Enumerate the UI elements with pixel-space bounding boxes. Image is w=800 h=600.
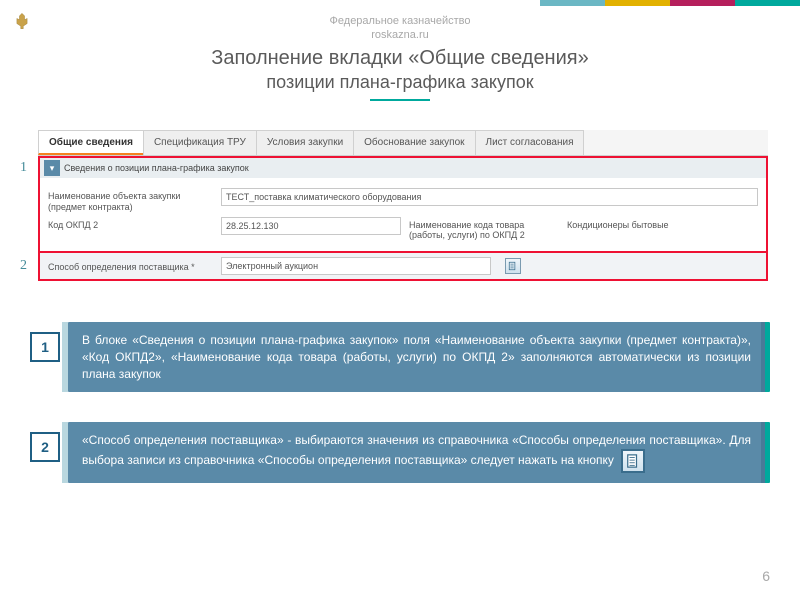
top-accent-stripe <box>540 0 800 6</box>
form-body: Наименование объекта закупки (предмет ко… <box>40 178 766 251</box>
lookup-icon[interactable] <box>505 258 521 274</box>
tab-conditions[interactable]: Условия закупки <box>256 130 354 155</box>
title-divider <box>370 99 430 101</box>
page-title: Заполнение вкладки «Общие сведения» <box>0 47 800 70</box>
callout-1: 1 В блоке «Сведения о позиции плана-граф… <box>30 322 770 392</box>
side-marker-2: 2 <box>20 258 27 274</box>
label-object-name: Наименование объекта закупки (предмет ко… <box>48 188 213 213</box>
tab-bar: Общие сведения Спецификация ТРУ Условия … <box>38 130 768 156</box>
callout-text-2-span: «Способ определения поставщика» - выбира… <box>82 433 751 467</box>
section-header[interactable]: ▾ Сведения о позиции плана-графика закуп… <box>40 158 766 178</box>
tab-spec[interactable]: Спецификация ТРУ <box>143 130 257 155</box>
highlight-box-2: Способ определения поставщика * Электрон… <box>38 253 768 281</box>
input-object-name[interactable]: ТЕСТ_поставка климатического оборудовани… <box>221 188 758 206</box>
callout-badge-1: 1 <box>30 332 60 362</box>
section-title: Сведения о позиции плана-графика закупок <box>64 163 249 173</box>
callout-badge-2: 2 <box>30 432 60 462</box>
input-okpd-code[interactable]: 28.25.12.130 <box>221 217 401 235</box>
value-okpd-name: Кондиционеры бытовые <box>567 217 669 230</box>
page-number: 6 <box>762 568 770 584</box>
label-supplier-method: Способ определения поставщика * <box>48 259 213 273</box>
callout-text-1: В блоке «Сведения о позиции плана-график… <box>68 322 770 392</box>
highlight-box-1: ▾ Сведения о позиции плана-графика закуп… <box>38 156 768 253</box>
label-okpd-code: Код ОКПД 2 <box>48 217 213 231</box>
input-supplier-method[interactable]: Электронный аукцион <box>221 257 491 275</box>
org-site: roskazna.ru <box>0 28 800 42</box>
chevron-down-icon[interactable]: ▾ <box>44 160 60 176</box>
callout-text-2: «Способ определения поставщика» - выбира… <box>68 422 770 483</box>
tab-approval[interactable]: Лист согласования <box>475 130 585 155</box>
page-subtitle: позиции плана-графика закупок <box>0 72 800 93</box>
form-panel: 1 2 Общие сведения Спецификация ТРУ Усло… <box>38 130 768 281</box>
coat-of-arms-icon <box>14 12 30 30</box>
lookup-button-icon <box>621 449 645 473</box>
label-okpd-name: Наименование кода товара (работы, услуги… <box>409 217 559 242</box>
side-marker-1: 1 <box>20 160 27 176</box>
org-header: Федеральное казначейство roskazna.ru <box>0 0 800 43</box>
tab-general[interactable]: Общие сведения <box>38 130 144 155</box>
org-name: Федеральное казначейство <box>0 14 800 28</box>
tab-justification[interactable]: Обоснование закупок <box>353 130 475 155</box>
callout-2: 2 «Способ определения поставщика» - выби… <box>30 422 770 483</box>
